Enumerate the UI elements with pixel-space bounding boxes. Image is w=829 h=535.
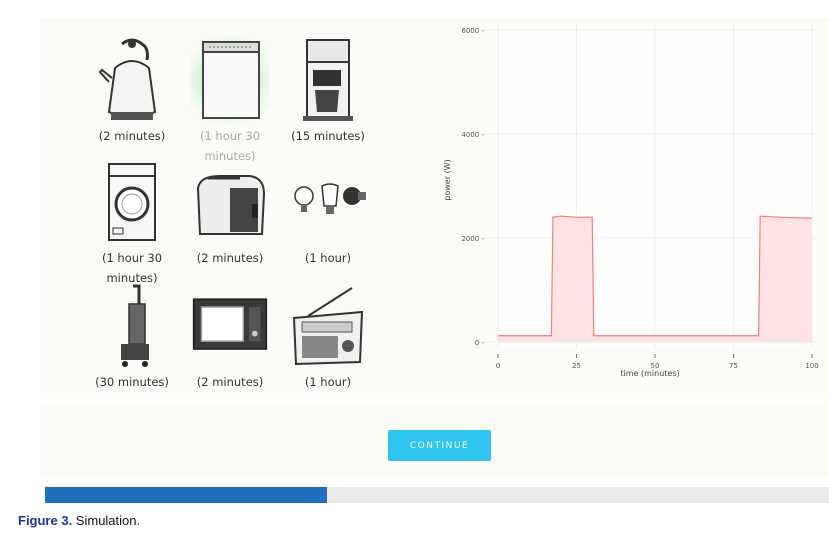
x-tick-label: 50 bbox=[651, 362, 660, 370]
appliance-microwave[interactable]: (2 minutes) bbox=[182, 282, 278, 392]
radio-icon bbox=[288, 282, 368, 370]
vacuum-cleaner-icon bbox=[92, 282, 172, 370]
appliance-kettle[interactable]: (2 minutes) bbox=[84, 36, 180, 146]
washing-machine-icon bbox=[92, 158, 172, 246]
figure-caption: Figure 3. Simulation. bbox=[18, 513, 140, 528]
appliance-dishwasher[interactable]: (1 hour 30 minutes) bbox=[182, 36, 278, 166]
appliance-vacuum-cleaner[interactable]: (30 minutes) bbox=[84, 282, 180, 392]
appliance-washing-machine[interactable]: (1 hour 30 minutes) bbox=[84, 158, 180, 288]
x-tick-label: 0 bbox=[496, 362, 500, 370]
x-tick-label: 75 bbox=[729, 362, 738, 370]
figure-text: Simulation. bbox=[72, 513, 141, 528]
appliance-duration: (1 hour) bbox=[304, 251, 352, 265]
appliance-duration: (15 minutes) bbox=[291, 129, 365, 143]
microwave-icon bbox=[190, 282, 270, 370]
coffee-maker-icon bbox=[288, 36, 368, 124]
progress-bar bbox=[45, 487, 829, 503]
y-axis-label: power (W) bbox=[443, 159, 452, 200]
kettle-icon bbox=[92, 36, 172, 124]
appliance-light-bulbs[interactable]: (1 hour) bbox=[280, 158, 376, 268]
appliance-radio[interactable]: (1 hour) bbox=[280, 282, 376, 392]
appliance-coffee-maker[interactable]: (15 minutes) bbox=[280, 36, 376, 146]
power-chart: power (W) time (minutes) 0 - 2000 - 4000 -… bbox=[443, 24, 819, 378]
appliance-duration: (30 minutes) bbox=[95, 375, 169, 389]
appliance-duration: (1 hour) bbox=[304, 375, 352, 389]
continue-button[interactable]: CONTINUE bbox=[388, 430, 491, 461]
x-tick-label: 100 bbox=[805, 362, 818, 370]
appliance-duration: (2 minutes) bbox=[98, 129, 166, 143]
toaster-icon bbox=[190, 158, 270, 246]
y-tick-label: 2000 - bbox=[461, 235, 484, 243]
y-tick-label: 6000 - bbox=[461, 27, 484, 35]
dishwasher-icon bbox=[190, 36, 270, 124]
y-tick-label: 0 - bbox=[475, 339, 485, 347]
light-bulbs-icon bbox=[288, 158, 368, 246]
y-tick-label: 4000 - bbox=[461, 131, 484, 139]
appliance-toaster[interactable]: (2 minutes) bbox=[182, 158, 278, 268]
progress-fill bbox=[45, 487, 328, 503]
x-tick-label: 25 bbox=[572, 362, 581, 370]
appliance-duration: (2 minutes) bbox=[196, 375, 264, 389]
appliance-duration: (2 minutes) bbox=[196, 251, 264, 265]
x-axis-label: time (minutes) bbox=[620, 369, 679, 378]
figure-label: Figure 3. bbox=[18, 513, 73, 528]
